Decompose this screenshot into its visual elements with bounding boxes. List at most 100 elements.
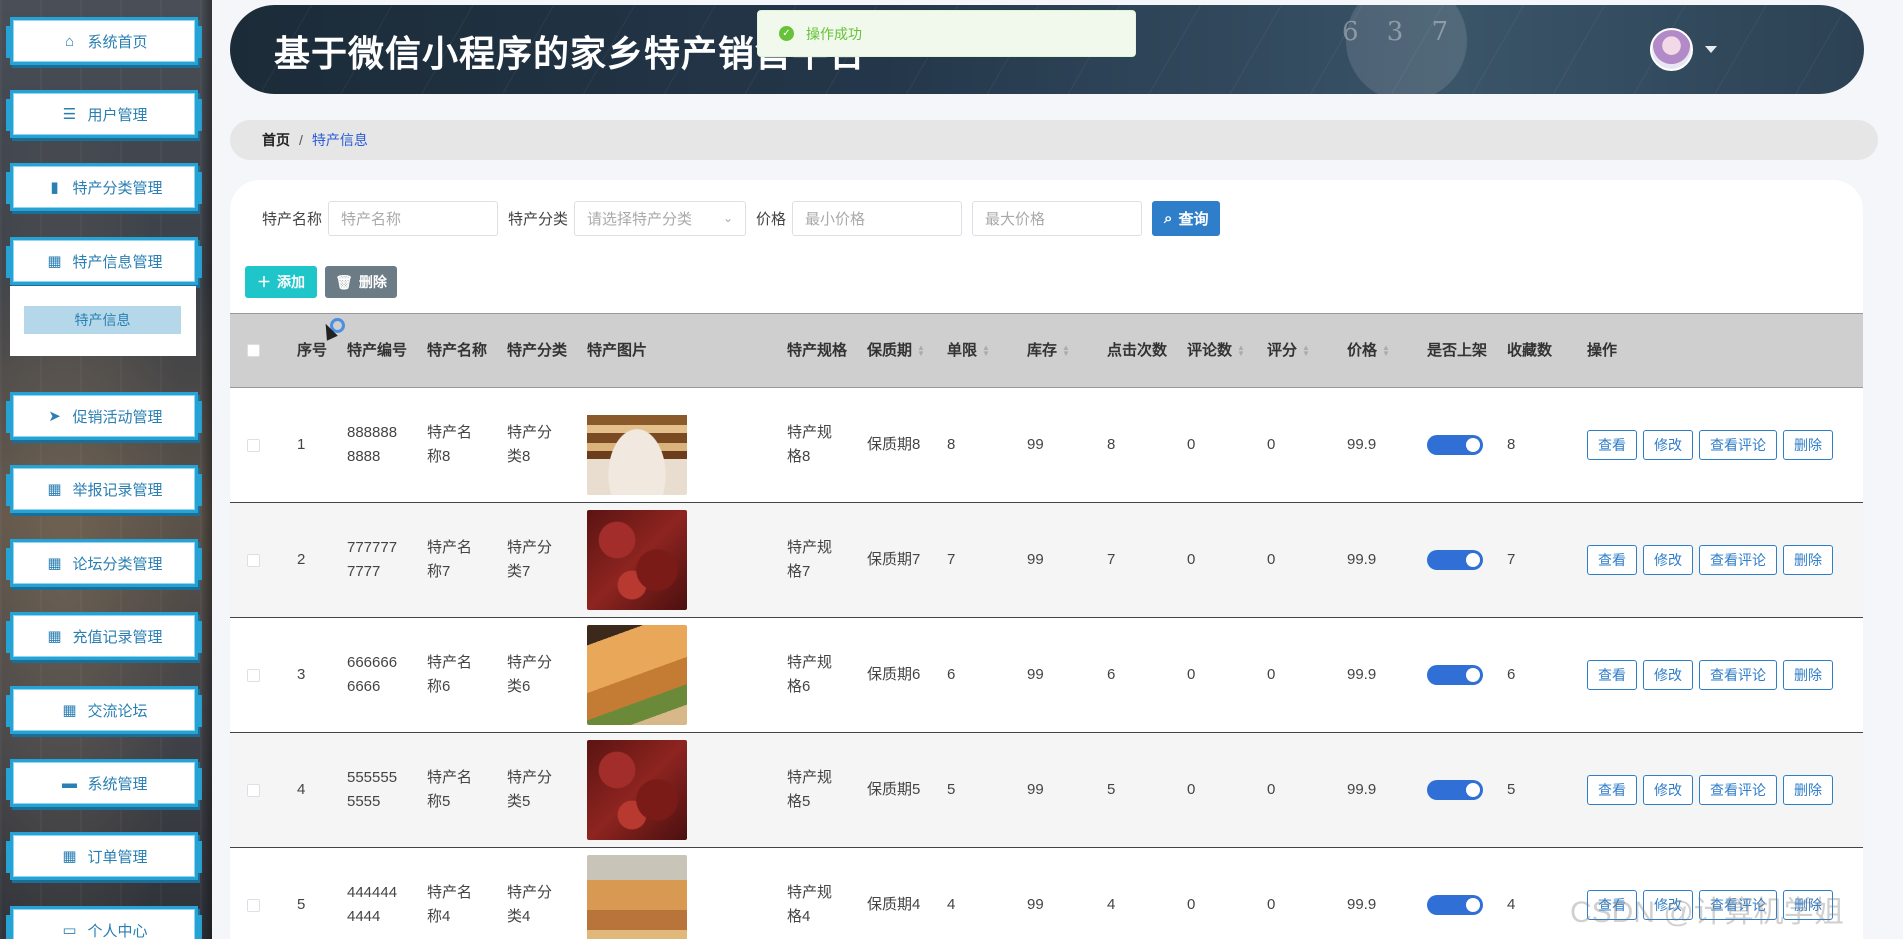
col-image: 特产图片 — [587, 341, 648, 359]
check-circle-icon: ✓ — [779, 26, 794, 41]
row-delete-button[interactable]: 删除 — [1783, 660, 1833, 690]
sidebar-item-users[interactable]: ☰ 用户管理 — [6, 90, 202, 138]
edit-button[interactable]: 修改 — [1643, 775, 1693, 805]
cell-score: 0 — [1267, 781, 1276, 798]
chevron-down-icon[interactable] — [1705, 46, 1717, 53]
add-button[interactable]: ＋ 添加 — [245, 266, 317, 298]
row-checkbox[interactable] — [247, 553, 260, 567]
col-spec: 特产规格 — [787, 341, 848, 359]
cell-index: 2 — [297, 551, 306, 568]
on-sale-toggle[interactable] — [1427, 665, 1483, 685]
row-delete-button[interactable]: 删除 — [1783, 775, 1833, 805]
view-button[interactable]: 查看 — [1587, 430, 1637, 460]
on-sale-toggle[interactable] — [1427, 780, 1483, 800]
col-limit-label: 单限 — [947, 341, 978, 359]
cell-name-l1: 特产名 — [427, 424, 473, 441]
sidebar-item-forum[interactable]: ▦ 交流论坛 — [6, 686, 202, 734]
sidebar-item-forum-category[interactable]: ▦ 论坛分类管理 — [6, 539, 202, 587]
sidebar-item-label: 促销活动管理 — [72, 408, 163, 426]
view-button[interactable]: 查看 — [1587, 775, 1637, 805]
view-comments-button[interactable]: 查看评论 — [1699, 775, 1777, 805]
col-stock[interactable]: 库存 ▲ ▼ — [1027, 339, 1070, 363]
cell-favorites: 6 — [1507, 666, 1516, 683]
view-button[interactable]: 查看 — [1587, 660, 1637, 690]
col-score[interactable]: 评分 ▲ ▼ — [1267, 339, 1310, 363]
col-comments[interactable]: 评论数 ▲ ▼ — [1187, 339, 1245, 363]
table-row: 3 666666 6666 特产名 称6 特产分 类6 特产规 格6 保质期6 6 99… — [230, 618, 1863, 733]
sidebar-item-orders[interactable]: ▦ 订单管理 — [6, 832, 202, 880]
on-sale-toggle[interactable] — [1427, 435, 1483, 455]
edit-button[interactable]: 修改 — [1643, 430, 1693, 460]
col-limit[interactable]: 单限 ▲ ▼ — [947, 339, 990, 363]
sidebar-item-system[interactable]: ▬ 系统管理 — [6, 759, 202, 807]
name-input[interactable]: 特产名称 — [328, 200, 499, 236]
cell-cat-l2: 类7 — [507, 563, 531, 580]
delete-button[interactable]: 🗑 删除 — [325, 266, 397, 298]
row-delete-button[interactable]: 删除 — [1783, 545, 1833, 575]
search-bar: 特产名称 特产名称 特产分类 请选择特产分类 ⌄ 价格 最小价格 最大价格 ⌕ 查… — [262, 200, 1221, 236]
on-sale-toggle[interactable] — [1427, 550, 1483, 570]
col-clicks: 点击次数 — [1107, 341, 1168, 359]
cell-name: 特产名 称5 — [427, 766, 472, 814]
view-comments-button[interactable]: 查看评论 — [1699, 430, 1777, 460]
col-price[interactable]: 价格 ▲ ▼ — [1347, 339, 1390, 363]
cell-price: 99.9 — [1347, 666, 1377, 683]
row-checkbox[interactable] — [247, 783, 260, 797]
category-placeholder: 请选择特产分类 — [587, 210, 693, 228]
view-button[interactable]: 查看 — [1587, 545, 1637, 575]
cell-favorites: 7 — [1507, 551, 1516, 568]
chips-image — [587, 855, 687, 939]
home-icon: ⌂ — [64, 32, 75, 50]
select-all-checkbox[interactable] — [247, 344, 260, 357]
table-row: 1 888888 8888 特产名 称8 特产分 类8 特产规 格8 保质期8 8 99… — [230, 388, 1863, 503]
cell-price: 99.9 — [1347, 436, 1377, 453]
cell-comments: 0 — [1187, 896, 1196, 913]
tofu-image — [587, 395, 687, 495]
row-delete-button[interactable]: 删除 — [1783, 430, 1833, 460]
avatar[interactable] — [1650, 28, 1693, 71]
cell-spec-l2: 格7 — [787, 563, 811, 580]
query-button[interactable]: ⌕ 查询 — [1152, 200, 1221, 236]
cell-shelf: 保质期4 — [867, 896, 921, 913]
grid-icon: ▦ — [47, 253, 62, 270]
edit-button[interactable]: 修改 — [1643, 660, 1693, 690]
meat-image — [587, 510, 687, 610]
col-category: 特产分类 — [507, 341, 568, 359]
cell-index: 3 — [297, 666, 306, 683]
max-price-input[interactable]: 最大价格 — [972, 200, 1143, 236]
submenu-item-product[interactable]: 特产信息 — [24, 306, 181, 334]
card-icon: ▭ — [62, 922, 77, 939]
cell-code-l2: 7777 — [347, 563, 381, 580]
view-comments-button[interactable]: 查看评论 — [1699, 545, 1777, 575]
cell-cat-l2: 类6 — [507, 678, 531, 695]
table-header: 序号 特产编号 特产名称 特产分类 特产图片 特产规格 保质期 ▲ ▼ 单限 ▲ ▼ 库… — [230, 313, 1863, 388]
sidebar-item-profile[interactable]: ▭ 个人中心 — [6, 906, 202, 939]
edit-button[interactable]: 修改 — [1643, 545, 1693, 575]
category-select[interactable]: 请选择特产分类 ⌄ — [574, 200, 747, 236]
cell-comments: 0 — [1187, 781, 1196, 798]
on-sale-toggle[interactable] — [1427, 895, 1483, 915]
toast-message: 操作成功 — [806, 25, 862, 42]
cell-code: 444444 4444 — [347, 881, 397, 929]
sidebar-item-report[interactable]: ▦ 举报记录管理 — [6, 465, 202, 513]
sidebar-item-product-info[interactable]: ▦ 特产信息管理 — [6, 237, 202, 285]
cell-code-l1: 777777 — [347, 539, 398, 556]
breadcrumb-home[interactable]: 首页 — [262, 130, 290, 150]
cell-limit: 6 — [947, 666, 956, 683]
sidebar-item-label: 特产信息管理 — [72, 253, 163, 271]
min-price-input[interactable]: 最小价格 — [792, 200, 963, 236]
sidebar-item-category[interactable]: ▮ 特产分类管理 — [6, 163, 202, 211]
sidebar-item-promotion[interactable]: ➤ 促销活动管理 — [6, 392, 202, 440]
chevron-down-icon: ⌄ — [722, 211, 734, 225]
sidebar-item-home[interactable]: ⌂ 系统首页 — [6, 17, 202, 65]
cell-category: 特产分 类7 — [507, 536, 552, 584]
cell-index: 5 — [297, 896, 306, 913]
row-checkbox[interactable] — [247, 898, 260, 912]
view-comments-button[interactable]: 查看评论 — [1699, 660, 1777, 690]
sidebar-item-recharge[interactable]: ▦ 充值记录管理 — [6, 612, 202, 660]
col-shelf[interactable]: 保质期 ▲ ▼ — [867, 339, 925, 363]
col-price-label: 价格 — [1347, 341, 1378, 359]
row-checkbox[interactable] — [247, 668, 260, 682]
sidebar-item-label: 论坛分类管理 — [72, 555, 163, 573]
row-checkbox[interactable] — [247, 438, 260, 452]
